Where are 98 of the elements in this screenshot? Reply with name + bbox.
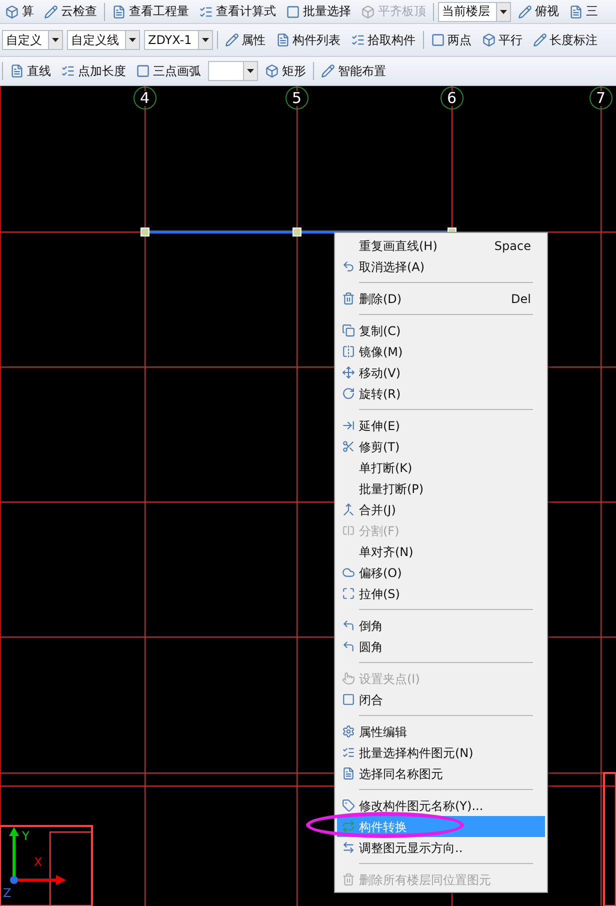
ucs-axes-icon <box>6 826 68 888</box>
square-icon <box>286 4 300 18</box>
pencil-icon <box>321 64 335 78</box>
extend-icon <box>342 419 354 432</box>
dropdown[interactable]: 自定义线 <box>67 30 140 50</box>
toolbar-button[interactable]: 两点 <box>428 30 475 50</box>
toolbar-button[interactable]: 矩形 <box>262 60 309 82</box>
square-icon <box>136 64 150 78</box>
caret-icon <box>125 31 139 49</box>
arrows-icon <box>342 841 354 854</box>
caret-icon <box>496 2 510 20</box>
checklist-icon <box>342 746 354 759</box>
cloud-icon <box>342 566 354 579</box>
document-icon <box>276 33 290 47</box>
toolbar-button[interactable]: 构件列表 <box>272 30 344 50</box>
menu-item[interactable]: 修改构件图元名称(Y)... <box>337 795 545 816</box>
toolbar-button[interactable]: 长度标注 <box>530 30 601 50</box>
pencil-icon <box>532 33 547 47</box>
scissors-icon <box>342 440 354 453</box>
menu-item[interactable]: 复制(C) <box>337 320 545 341</box>
document-icon <box>112 4 126 18</box>
dropdown[interactable] <box>208 61 258 81</box>
toolbar-button[interactable]: 批量选择 <box>283 1 354 22</box>
menu-item[interactable]: 移动(V) <box>337 362 545 383</box>
toolbar-button[interactable]: 直线 <box>7 60 54 82</box>
menu-item[interactable]: 拉伸(S) <box>337 583 545 604</box>
undo-icon <box>342 260 354 273</box>
settings-icon <box>342 725 354 738</box>
dropdown[interactable]: ZDYX-1 <box>144 30 213 50</box>
axis-label: 5 <box>292 91 302 106</box>
menu-item[interactable]: 修剪(T) <box>337 436 545 457</box>
move-icon <box>342 366 354 379</box>
caret-icon <box>48 31 62 49</box>
toolbar-button[interactable]: 点加长度 <box>58 60 129 82</box>
menu-item[interactable]: 镜像(M) <box>337 341 545 362</box>
menu-item[interactable]: 单打断(K) <box>337 457 545 478</box>
toolbar-button[interactable]: 算 <box>2 1 37 22</box>
toolbar-button[interactable]: 查看工程量 <box>109 1 192 22</box>
menu-item[interactable]: 偏移(O) <box>337 562 545 583</box>
toolbar-button[interactable]: 平行 <box>478 30 526 50</box>
cube-icon <box>265 64 279 78</box>
menu-item[interactable]: 调整图元显示方向.. <box>337 837 545 858</box>
document-icon <box>10 64 24 78</box>
cube-icon <box>361 4 375 18</box>
toolbar-button[interactable]: 拾取构件 <box>348 30 419 50</box>
document-icon <box>569 4 583 18</box>
caret-icon <box>243 62 257 80</box>
axis-label: 7 <box>596 91 606 106</box>
toolbar-button[interactable]: 云检查 <box>41 1 100 22</box>
checklist-icon <box>350 33 365 47</box>
axis-label: X <box>34 856 42 868</box>
swap-icon <box>342 820 354 833</box>
document-icon <box>342 767 354 780</box>
menu-item[interactable]: 批量打断(P) <box>337 478 545 499</box>
menu-item[interactable]: 重复画直线(H) Space <box>337 235 545 256</box>
toolbar-button[interactable]: 三 <box>566 1 601 22</box>
square-icon <box>430 33 445 47</box>
split-icon <box>342 524 354 537</box>
trash-icon <box>342 292 354 305</box>
menu-item[interactable]: 批量选择构件图元(N) <box>337 742 545 763</box>
toolbar-button[interactable]: 俯视 <box>515 1 562 22</box>
toolbar-button[interactable]: 智能布置 <box>318 60 389 82</box>
menu-item[interactable]: 合并(J) <box>337 499 545 520</box>
menu-item[interactable]: 属性编辑 <box>337 721 545 742</box>
menu-item[interactable]: 圆角 <box>337 636 545 657</box>
hand-icon <box>342 672 354 685</box>
toolbar-button[interactable]: 三点画弧 <box>133 60 204 82</box>
menu-item[interactable]: 闭合 <box>337 689 545 710</box>
dropdown[interactable]: 自定义 <box>2 30 63 50</box>
menu-item[interactable]: 旋转(R) <box>337 383 545 404</box>
dropdown[interactable]: 当前楼层 <box>438 2 511 22</box>
pencil-icon <box>224 33 239 47</box>
square-icon <box>342 693 354 706</box>
pencil-icon <box>44 4 58 18</box>
menu-item[interactable]: 单对齐(N) <box>337 541 545 562</box>
checklist-icon <box>61 64 75 78</box>
trash-icon <box>342 873 354 886</box>
cube-icon <box>5 4 19 18</box>
cube-icon <box>482 33 496 47</box>
axis-label: 6 <box>447 91 457 106</box>
caret-icon <box>198 31 212 49</box>
checklist-icon <box>199 4 213 18</box>
merge-icon <box>342 503 354 516</box>
axis-label: Y <box>22 830 30 842</box>
pencil-icon <box>518 4 532 18</box>
copy-icon <box>342 324 354 337</box>
mirror-icon <box>342 345 354 358</box>
axis-label: 4 <box>140 91 150 106</box>
rotate-icon <box>342 387 354 400</box>
tag-icon <box>342 799 354 812</box>
menu-item[interactable]: 删除(D) Del <box>337 288 545 309</box>
menu-item[interactable]: 延伸(E) <box>337 415 545 436</box>
menu-item[interactable]: 倒角 <box>337 615 545 636</box>
toolbar-button[interactable]: 查看计算式 <box>196 1 279 22</box>
toolbar-button[interactable]: 属性 <box>222 30 269 50</box>
menu-item[interactable]: 取消选择(A) <box>337 256 545 277</box>
menu-item[interactable]: 选择同名称图元 <box>337 763 545 784</box>
axis-label: Z <box>3 887 12 899</box>
